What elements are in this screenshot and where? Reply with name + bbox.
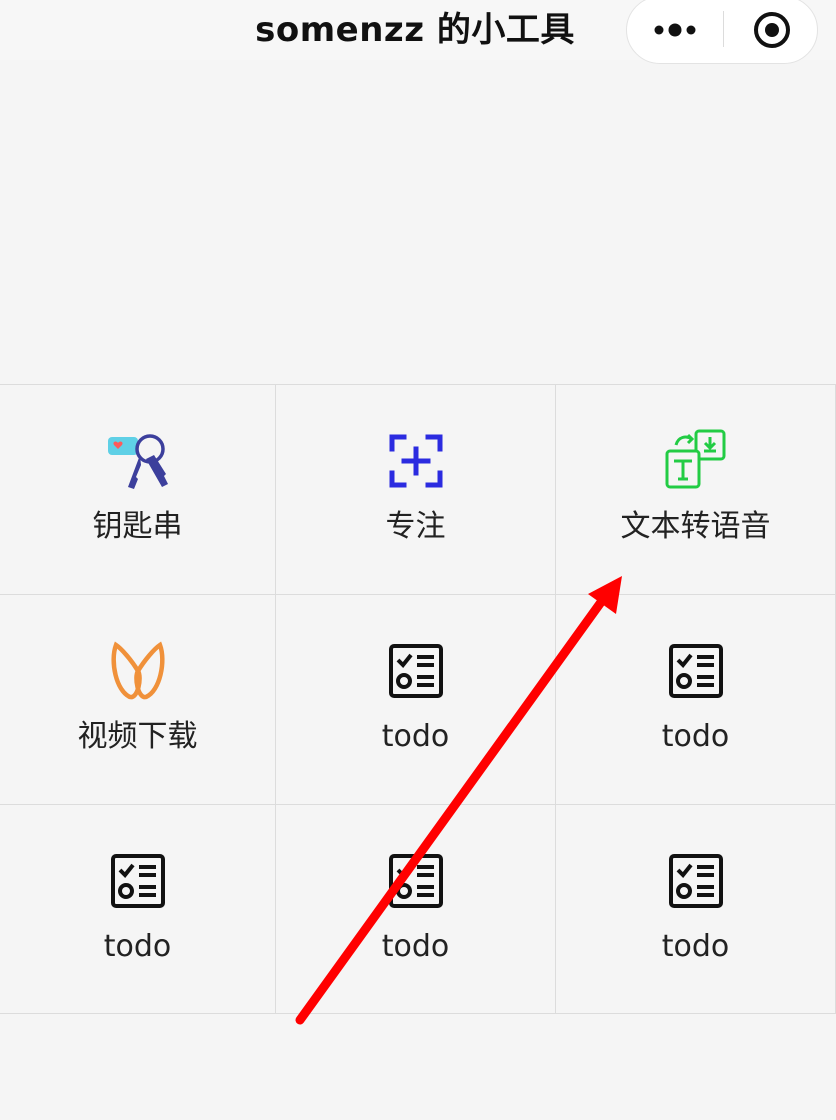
tool-label: todo — [661, 929, 730, 964]
target-circle-icon — [753, 12, 790, 48]
tool-todo[interactable]: todo — [556, 594, 836, 804]
more-dots-icon — [654, 23, 695, 37]
tool-label: todo — [661, 719, 730, 754]
tool-label: 视频下载 — [77, 719, 198, 754]
tool-grid: 钥匙串 专注 文本转语音 视频下载 todo todo todo todo to… — [0, 384, 836, 1014]
grid-bottom-border — [0, 1013, 836, 1014]
tool-todo[interactable]: todo — [556, 804, 836, 1014]
checklist-icon — [664, 639, 728, 703]
tool-label: 专注 — [385, 509, 446, 544]
keychain-icon — [106, 429, 170, 493]
checklist-icon — [384, 639, 448, 703]
tool-video-download[interactable]: 视频下载 — [0, 594, 276, 804]
tool-todo[interactable]: todo — [276, 594, 556, 804]
tool-todo[interactable]: todo — [0, 804, 276, 1014]
tool-label: 钥匙串 — [92, 509, 183, 544]
text-to-speech-icon — [664, 429, 728, 493]
more-button[interactable] — [627, 0, 722, 63]
top-bar: somenzz 的小工具 — [0, 0, 836, 64]
checklist-icon — [384, 849, 448, 913]
mini-program-capsule — [626, 0, 818, 64]
butterfly-icon — [106, 639, 170, 703]
tool-todo[interactable]: todo — [276, 804, 556, 1014]
focus-frame-icon — [384, 429, 448, 493]
tool-text-to-speech[interactable]: 文本转语音 — [556, 384, 836, 594]
tool-label: 文本转语音 — [620, 509, 771, 544]
checklist-icon — [664, 849, 728, 913]
tool-keychain[interactable]: 钥匙串 — [0, 384, 276, 594]
tool-label: todo — [381, 929, 450, 964]
close-button[interactable] — [724, 0, 819, 63]
tool-focus[interactable]: 专注 — [276, 384, 556, 594]
checklist-icon — [106, 849, 170, 913]
tool-label: todo — [103, 929, 172, 964]
tool-label: todo — [381, 719, 450, 754]
